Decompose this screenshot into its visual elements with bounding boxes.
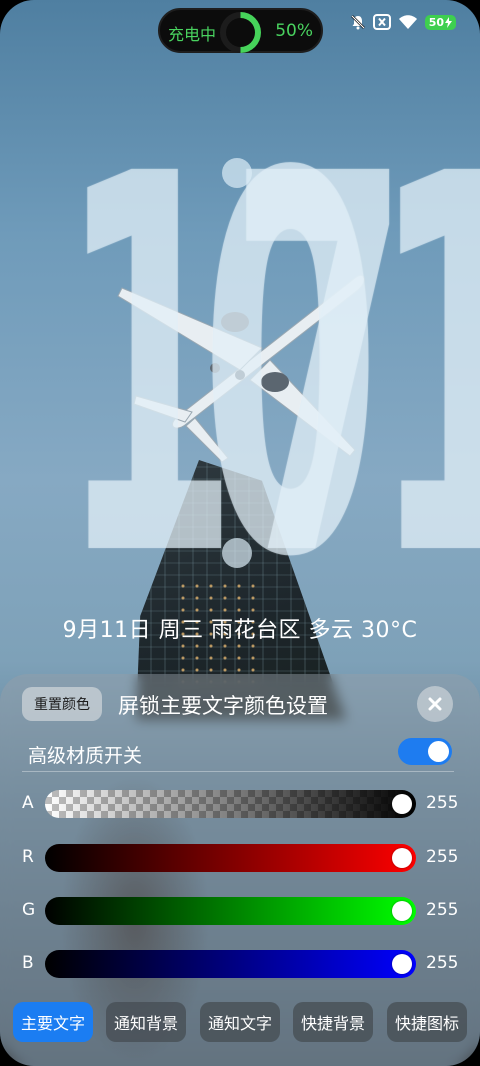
slider-row-alpha: A 255 [22,790,462,818]
green-slider-knob[interactable] [392,901,412,921]
clock-colon [222,158,252,188]
tab-notification-bg[interactable]: 通知背景 [106,1002,186,1042]
tab-shortcut-bg[interactable]: 快捷背景 [293,1002,373,1042]
red-slider-knob[interactable] [392,848,412,868]
text-color-settings-panel: 重置颜色 屏锁主要文字颜色设置 高级材质开关 A 255 R 255 G 255… [0,674,480,1066]
blue-slider[interactable] [45,950,416,978]
blue-value: 255 [426,953,459,973]
status-icons: 50 [350,14,456,30]
green-slider[interactable] [45,897,416,925]
red-slider[interactable] [45,844,416,872]
battery-charging-icon: 50 [424,14,456,30]
close-button[interactable] [417,686,453,722]
mute-bell-icon [350,15,365,30]
target-tabs: 主要文字 通知背景 通知文字 快捷背景 快捷图标 [13,1002,468,1042]
charging-label: 充电中 [168,25,217,44]
clock-colon-lower [222,538,252,568]
close-icon [428,697,442,711]
material-toggle-label: 高级材质开关 [28,745,143,767]
blue-slider-knob[interactable] [392,954,412,974]
reset-color-button[interactable]: 重置颜色 [22,687,102,721]
material-toggle-row: 高级材质开关 [28,738,452,768]
wifi-icon [398,15,417,29]
charging-indicator: 充电中 50% [158,8,323,53]
panel-title: 屏锁主要文字颜色设置 [118,694,328,718]
alpha-slider-knob[interactable] [392,794,412,814]
toggle-knob [428,741,449,762]
date-weather-line: 9月11日 周三 雨花台区 多云 30°C [62,618,418,643]
divider [22,771,454,772]
alpha-value: 255 [426,793,459,813]
slider-label-r: R [22,847,34,867]
green-value: 255 [426,900,459,920]
tab-shortcut-icon[interactable]: 快捷图标 [387,1002,467,1042]
red-value: 255 [426,847,459,867]
tab-notification-text[interactable]: 通知文字 [200,1002,280,1042]
lock-screen: 17 01 9月11日 周三 雨花台区 多云 30°C 充电中 50% 50 [0,0,480,1066]
no-sim-icon [372,14,391,30]
slider-row-blue: B 255 [22,950,462,978]
battery-level: 50 [428,15,444,29]
charge-percent: 50% [275,21,313,41]
slider-label-b: B [22,953,34,973]
slider-row-red: R 255 [22,844,462,872]
slider-row-green: G 255 [22,897,462,925]
alpha-slider[interactable] [45,790,416,818]
tab-main-text[interactable]: 主要文字 [13,1002,93,1042]
slider-label-g: G [22,900,36,920]
bolt-icon [445,16,452,28]
slider-label-a: A [22,793,34,813]
charge-ring-icon [220,12,261,53]
material-toggle-switch[interactable] [398,738,452,765]
